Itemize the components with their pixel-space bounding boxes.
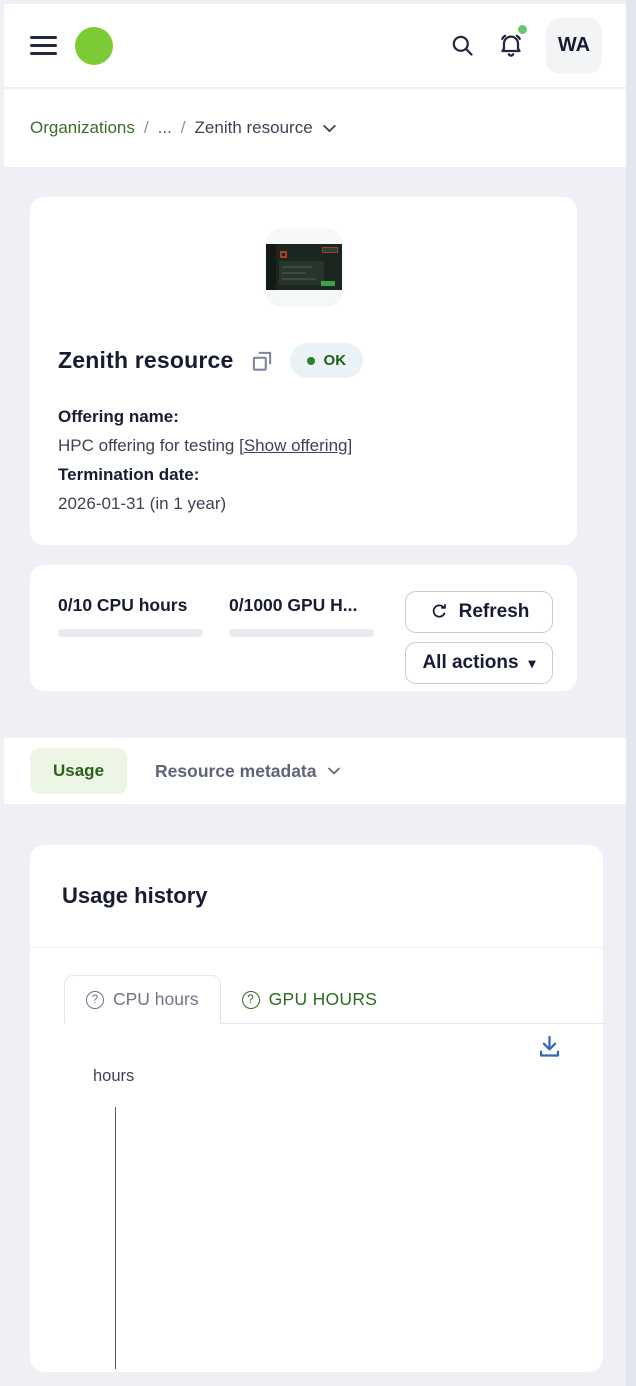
tab-gpu-hours[interactable]: ? GPU HOURS (221, 976, 399, 1023)
all-actions-button[interactable]: All actions ▾ (405, 642, 553, 684)
resource-thumbnail (266, 229, 342, 305)
breadcrumb-separator: / (144, 118, 149, 138)
brand-logo[interactable] (75, 27, 113, 65)
all-actions-label: All actions (422, 652, 518, 674)
offering-name-value: HPC offering for testing [Show offering] (58, 431, 549, 460)
usage-history-card: Usage history ? CPU hours ? GPU HOURS ho… (30, 845, 603, 1372)
quota-gpu-hours: 0/1000 GPU H... (229, 591, 374, 691)
download-chart-icon[interactable] (536, 1033, 563, 1060)
usage-history-header: Usage history (30, 845, 603, 948)
chevron-down-icon (321, 120, 338, 137)
copy-icon[interactable] (249, 348, 275, 374)
breadcrumb-current[interactable]: Zenith resource (195, 118, 338, 138)
hamburger-menu-icon[interactable] (30, 36, 57, 55)
quota-gpu-progressbar (229, 629, 374, 637)
breadcrumb-organizations[interactable]: Organizations (30, 118, 135, 138)
quota-gpu-label: 0/1000 GPU H... (229, 595, 374, 616)
refresh-button[interactable]: Refresh (405, 591, 553, 633)
breadcrumb-current-label: Zenith resource (195, 118, 313, 138)
chevron-down-icon (326, 763, 342, 779)
tab-cpu-hours[interactable]: ? CPU hours (64, 975, 221, 1024)
app-page: WA Organizations / ... / Zenith resource (0, 0, 636, 1386)
quotas-actions-card: 0/10 CPU hours 0/1000 GPU H... Refresh A… (30, 565, 577, 691)
tab-resource-metadata[interactable]: Resource metadata (155, 761, 341, 782)
header-actions: WA (449, 18, 602, 74)
notification-dot (518, 25, 527, 34)
page-right-edge (626, 0, 636, 1386)
resource-summary-card: Zenith resource OK Offering name: HPC of… (30, 197, 577, 545)
termination-date-value: 2026-01-31 (in 1 year) (58, 489, 549, 518)
search-icon[interactable] (449, 32, 476, 59)
resource-title-row: Zenith resource OK (58, 343, 549, 378)
show-offering-link[interactable]: [Show offering] (239, 436, 352, 455)
top-header: WA (4, 4, 626, 88)
quota-cpu-progressbar (58, 629, 203, 637)
help-circle-icon: ? (242, 991, 260, 1009)
chart-y-axis-label: hours (93, 1067, 603, 1086)
tab-resource-metadata-label: Resource metadata (155, 761, 316, 782)
usage-history-title: Usage history (62, 883, 208, 909)
quota-cpu-hours: 0/10 CPU hours (58, 591, 203, 691)
page-tabs-bar: Usage Resource metadata (4, 738, 626, 804)
resource-thumbnail-image (266, 244, 342, 290)
offering-name-label: Offering name: (58, 402, 549, 431)
resource-info: Offering name: HPC offering for testing … (58, 402, 549, 518)
termination-date-label: Termination date: (58, 460, 549, 489)
user-avatar[interactable]: WA (546, 18, 602, 74)
chart-toolbar (30, 1024, 603, 1060)
refresh-icon (429, 602, 449, 622)
breadcrumb-separator: / (181, 118, 186, 138)
refresh-label: Refresh (459, 601, 530, 623)
status-label: OK (324, 352, 347, 369)
quota-cpu-label: 0/10 CPU hours (58, 595, 203, 616)
tab-gpu-hours-label: GPU HOURS (269, 989, 378, 1010)
caret-down-icon: ▾ (529, 656, 536, 670)
resource-title: Zenith resource (58, 347, 234, 374)
chart-y-axis-line (115, 1107, 116, 1369)
resource-actions: Refresh All actions ▾ (405, 591, 553, 691)
usage-history-tabs: ? CPU hours ? GPU HOURS (64, 975, 603, 1024)
status-badge: OK (290, 343, 364, 378)
tab-usage[interactable]: Usage (30, 748, 127, 794)
notifications-bell-icon[interactable] (496, 31, 526, 61)
breadcrumb-ellipsis[interactable]: ... (158, 118, 172, 138)
status-dot-icon (307, 357, 315, 365)
tab-cpu-hours-label: CPU hours (113, 989, 199, 1010)
breadcrumb: Organizations / ... / Zenith resource (4, 89, 626, 168)
help-circle-icon: ? (86, 991, 104, 1009)
